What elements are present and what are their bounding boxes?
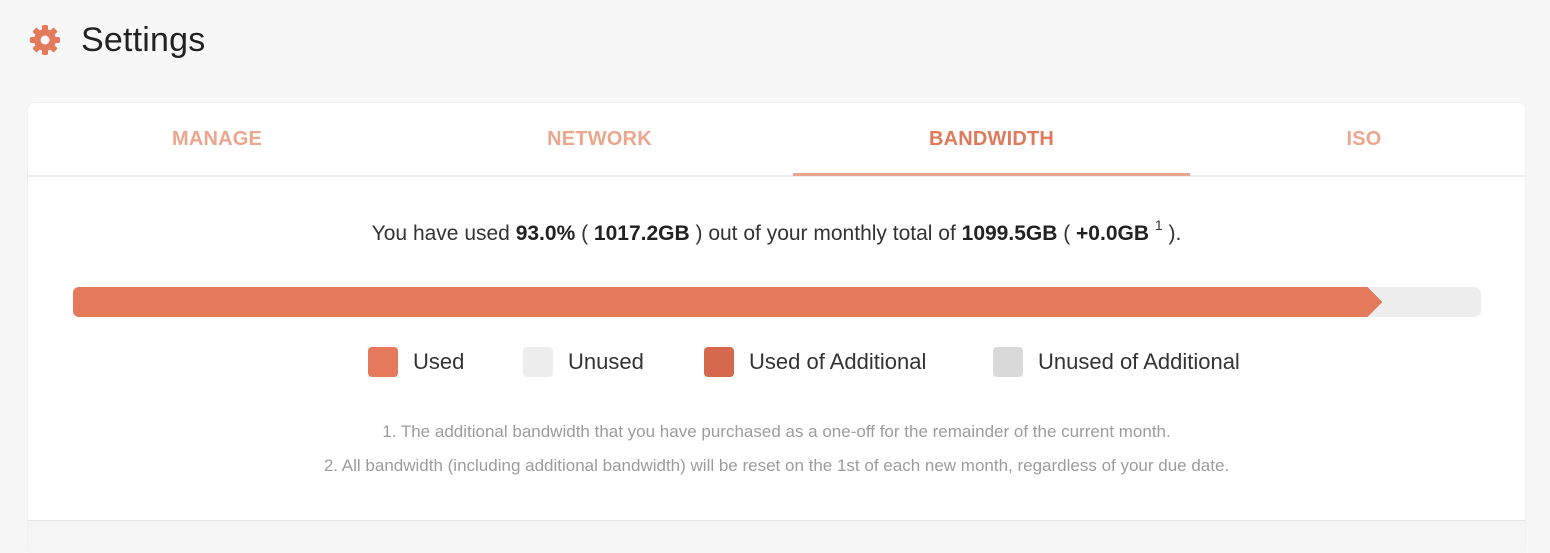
page-title: Settings	[81, 20, 206, 59]
tab-network[interactable]: NETWORK	[406, 103, 793, 175]
footnotes: 1. The additional bandwidth that you hav…	[28, 415, 1525, 483]
gear-icon	[28, 23, 62, 57]
legend-label-unused-additional: Unused of Additional	[1038, 349, 1240, 374]
legend-label-used: Used	[413, 349, 465, 374]
legend-label-used-additional: Used of Additional	[749, 349, 927, 374]
legend-used: Used	[368, 346, 464, 378]
legend-swatch-used-additional	[704, 347, 734, 377]
legend-used-additional: Used of Additional	[704, 346, 926, 378]
tab-bar: MANAGE NETWORK BANDWIDTH ISO	[28, 103, 1525, 177]
additional-amount: +0.0GB	[1076, 222, 1150, 245]
tab-manage[interactable]: MANAGE	[28, 103, 406, 175]
footnote-2: 2. All bandwidth (including additional b…	[323, 456, 1230, 475]
legend-label-unused: Unused	[568, 349, 644, 374]
footnote-1: 1. The additional bandwidth that you hav…	[382, 422, 1171, 441]
active-tab-indicator	[793, 173, 1190, 176]
legend-unused-additional: Unused of Additional	[993, 346, 1240, 378]
card-footer	[28, 520, 1525, 553]
legend-swatch-unused	[523, 347, 553, 377]
footnote-ref: 1	[1154, 217, 1163, 233]
monthly-total: 1099.5GB	[961, 222, 1058, 245]
page-header: Settings	[28, 18, 205, 62]
usage-percent: 93.0%	[515, 222, 576, 245]
legend-unused: Unused	[523, 346, 644, 378]
bandwidth-progress-bar	[73, 287, 1481, 317]
legend-swatch-unused-additional	[993, 347, 1023, 377]
summary-middle: out of your monthly total of	[708, 222, 956, 245]
tab-bandwidth[interactable]: BANDWIDTH	[793, 103, 1190, 175]
bandwidth-summary: You have used 93.0% ( 1017.2GB ) out of …	[371, 217, 1182, 245]
summary-prefix: You have used	[371, 222, 510, 245]
tab-iso[interactable]: ISO	[1190, 103, 1525, 175]
progress-used-fill	[73, 287, 1382, 317]
usage-amount: 1017.2GB	[593, 222, 690, 245]
settings-card: MANAGE NETWORK BANDWIDTH ISO You have us…	[28, 103, 1525, 553]
legend-swatch-used	[368, 347, 398, 377]
progress-legend: Used Unused Used of Additional Unused of…	[28, 346, 1525, 378]
